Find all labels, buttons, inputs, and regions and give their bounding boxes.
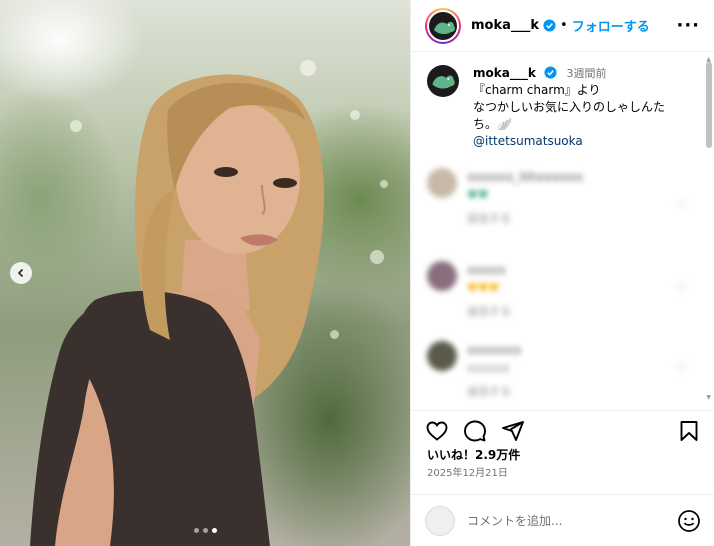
post-photo[interactable] bbox=[0, 0, 410, 546]
comment-reply-link[interactable]: 返信する bbox=[467, 383, 677, 401]
comment-username[interactable]: xxxxx bbox=[467, 261, 677, 279]
caption-username[interactable]: moka___k bbox=[473, 66, 536, 80]
post-time[interactable]: 3週間前 bbox=[566, 67, 606, 80]
caption-avatar[interactable] bbox=[427, 65, 459, 97]
current-user-avatar bbox=[425, 505, 455, 536]
comment-text: ♥♥♥ bbox=[467, 281, 500, 295]
post-caption: moka___k 3週間前 『charm charm』より なつかしいお気に入り… bbox=[411, 53, 714, 150]
share-icon[interactable] bbox=[501, 419, 525, 443]
comments-scrollbar[interactable] bbox=[706, 62, 712, 148]
comment-input[interactable] bbox=[467, 513, 647, 528]
person-figure bbox=[30, 74, 324, 546]
comment-reply-link[interactable]: 返信する bbox=[467, 303, 677, 321]
previous-slide-button[interactable] bbox=[10, 262, 32, 284]
comment-like-icon[interactable]: ♡ bbox=[676, 281, 687, 295]
comment-reply-link[interactable]: 返信する bbox=[467, 210, 677, 228]
scroll-down-arrow-icon[interactable]: ▼ bbox=[706, 394, 711, 401]
comment-item: xxxxxxx xxxxxx 返信する bbox=[411, 341, 714, 401]
carousel-dot bbox=[193, 528, 199, 533]
emoji-icon[interactable] bbox=[677, 509, 701, 533]
comment-item: xxxxxx_hhxxxxxx ♥♥ 返信する bbox=[411, 168, 714, 228]
commenter-avatar[interactable] bbox=[427, 168, 457, 198]
heart-icon[interactable] bbox=[425, 419, 449, 443]
post-username[interactable]: moka___k bbox=[471, 18, 539, 33]
dragon-logo-icon bbox=[432, 75, 455, 89]
comment-like-icon[interactable]: ♡ bbox=[676, 198, 687, 212]
avatar-image bbox=[427, 9, 459, 42]
caption-line: ち。🪽 bbox=[473, 117, 512, 131]
comment-username[interactable]: xxxxxx_hhxxxxxx bbox=[467, 168, 677, 186]
action-bar bbox=[411, 410, 714, 450]
carousel-dot bbox=[202, 528, 208, 533]
post-side-panel: moka___k • フォローする ··· moka___k 3週間前 『cha… bbox=[410, 0, 714, 546]
comment-username[interactable]: xxxxxxx bbox=[467, 341, 677, 359]
comment-item: xxxxx ♥♥♥ 返信する bbox=[411, 261, 714, 321]
comment-icon[interactable] bbox=[463, 419, 487, 443]
profile-avatar[interactable] bbox=[425, 7, 461, 44]
post-date[interactable]: 2025年12月21日 bbox=[427, 464, 508, 479]
caption-mention-link[interactable]: @ittetsumatsuoka bbox=[473, 133, 693, 150]
commenter-avatar[interactable] bbox=[427, 341, 457, 371]
verified-badge-icon bbox=[543, 19, 556, 32]
carousel-indicator bbox=[0, 528, 410, 533]
separator-dot: • bbox=[560, 18, 568, 33]
dragon-logo-icon bbox=[434, 21, 455, 34]
bookmark-icon[interactable] bbox=[677, 419, 701, 443]
caption-line: 『charm charm』より bbox=[473, 83, 601, 97]
comment-composer bbox=[411, 494, 714, 546]
more-options-icon[interactable]: ··· bbox=[676, 15, 700, 36]
chevron-left-icon bbox=[17, 268, 24, 278]
comment-like-icon[interactable]: ♡ bbox=[676, 361, 687, 375]
likes-count[interactable]: いいね！2.9万件 bbox=[427, 446, 520, 463]
comment-text: ♥♥ bbox=[467, 188, 489, 202]
verified-badge-icon bbox=[544, 66, 557, 79]
comment-text: xxxxxx bbox=[467, 361, 510, 375]
carousel-dot-active bbox=[211, 528, 217, 533]
commenter-avatar[interactable] bbox=[427, 261, 457, 291]
comments-section[interactable]: moka___k 3週間前 『charm charm』より なつかしいお気に入り… bbox=[411, 53, 714, 405]
follow-button[interactable]: フォローする bbox=[572, 16, 650, 35]
post-header: moka___k • フォローする ··· bbox=[411, 0, 714, 52]
caption-line: なつかしいお気に入りのしゃしんた bbox=[473, 100, 666, 114]
